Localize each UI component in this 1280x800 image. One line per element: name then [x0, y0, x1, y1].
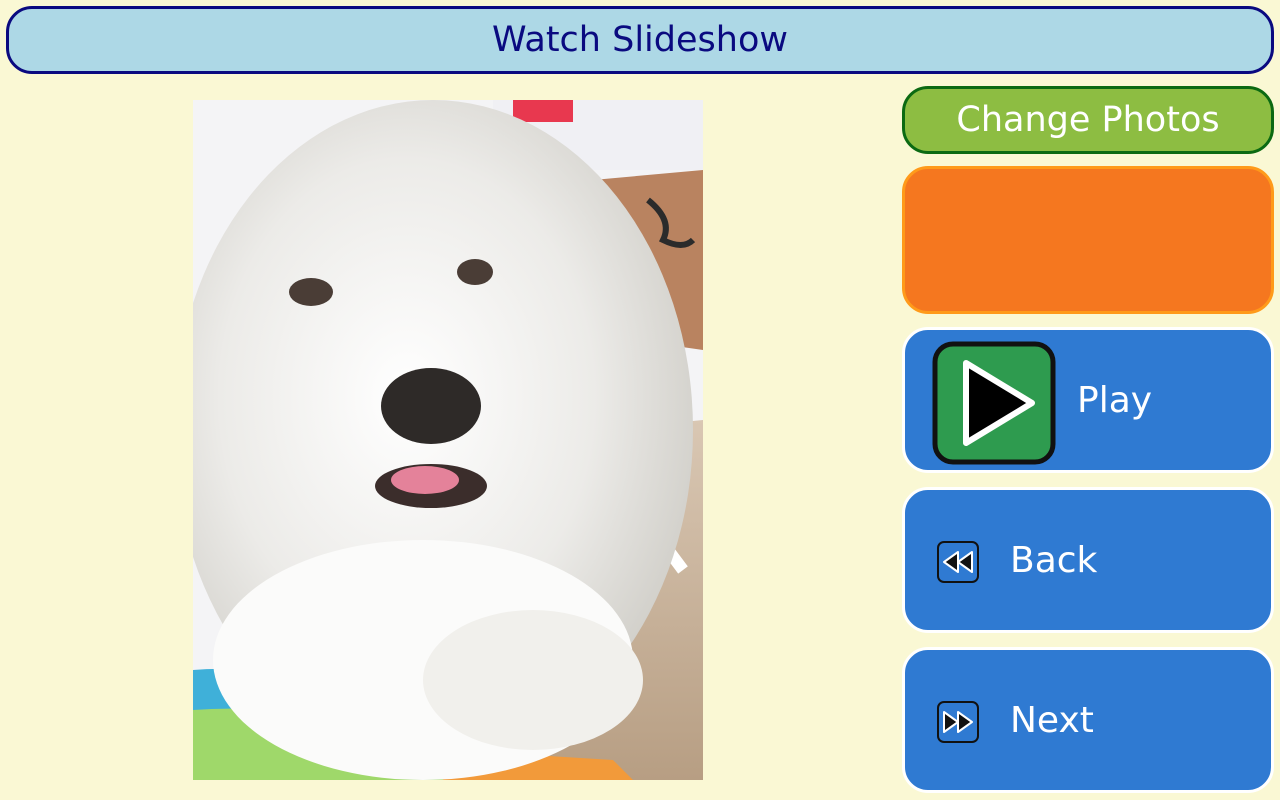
orange-panel: [902, 166, 1274, 314]
next-button[interactable]: Next: [902, 647, 1274, 793]
title-bar: Watch Slideshow: [6, 6, 1274, 74]
rewind-icon: [937, 541, 979, 583]
next-label: Next: [1010, 700, 1094, 741]
dog-photo-image: [193, 100, 703, 780]
play-label: Play: [1077, 380, 1153, 421]
play-button[interactable]: Play: [902, 327, 1274, 473]
back-label: Back: [1010, 540, 1098, 581]
change-photos-label: Change Photos: [956, 100, 1220, 140]
page-title: Watch Slideshow: [492, 20, 788, 60]
back-button[interactable]: Back: [902, 487, 1274, 633]
change-photos-button[interactable]: Change Photos: [902, 86, 1274, 154]
play-icon: [932, 341, 1056, 465]
slideshow-photo: [193, 100, 703, 780]
fast-forward-icon: [937, 701, 979, 743]
